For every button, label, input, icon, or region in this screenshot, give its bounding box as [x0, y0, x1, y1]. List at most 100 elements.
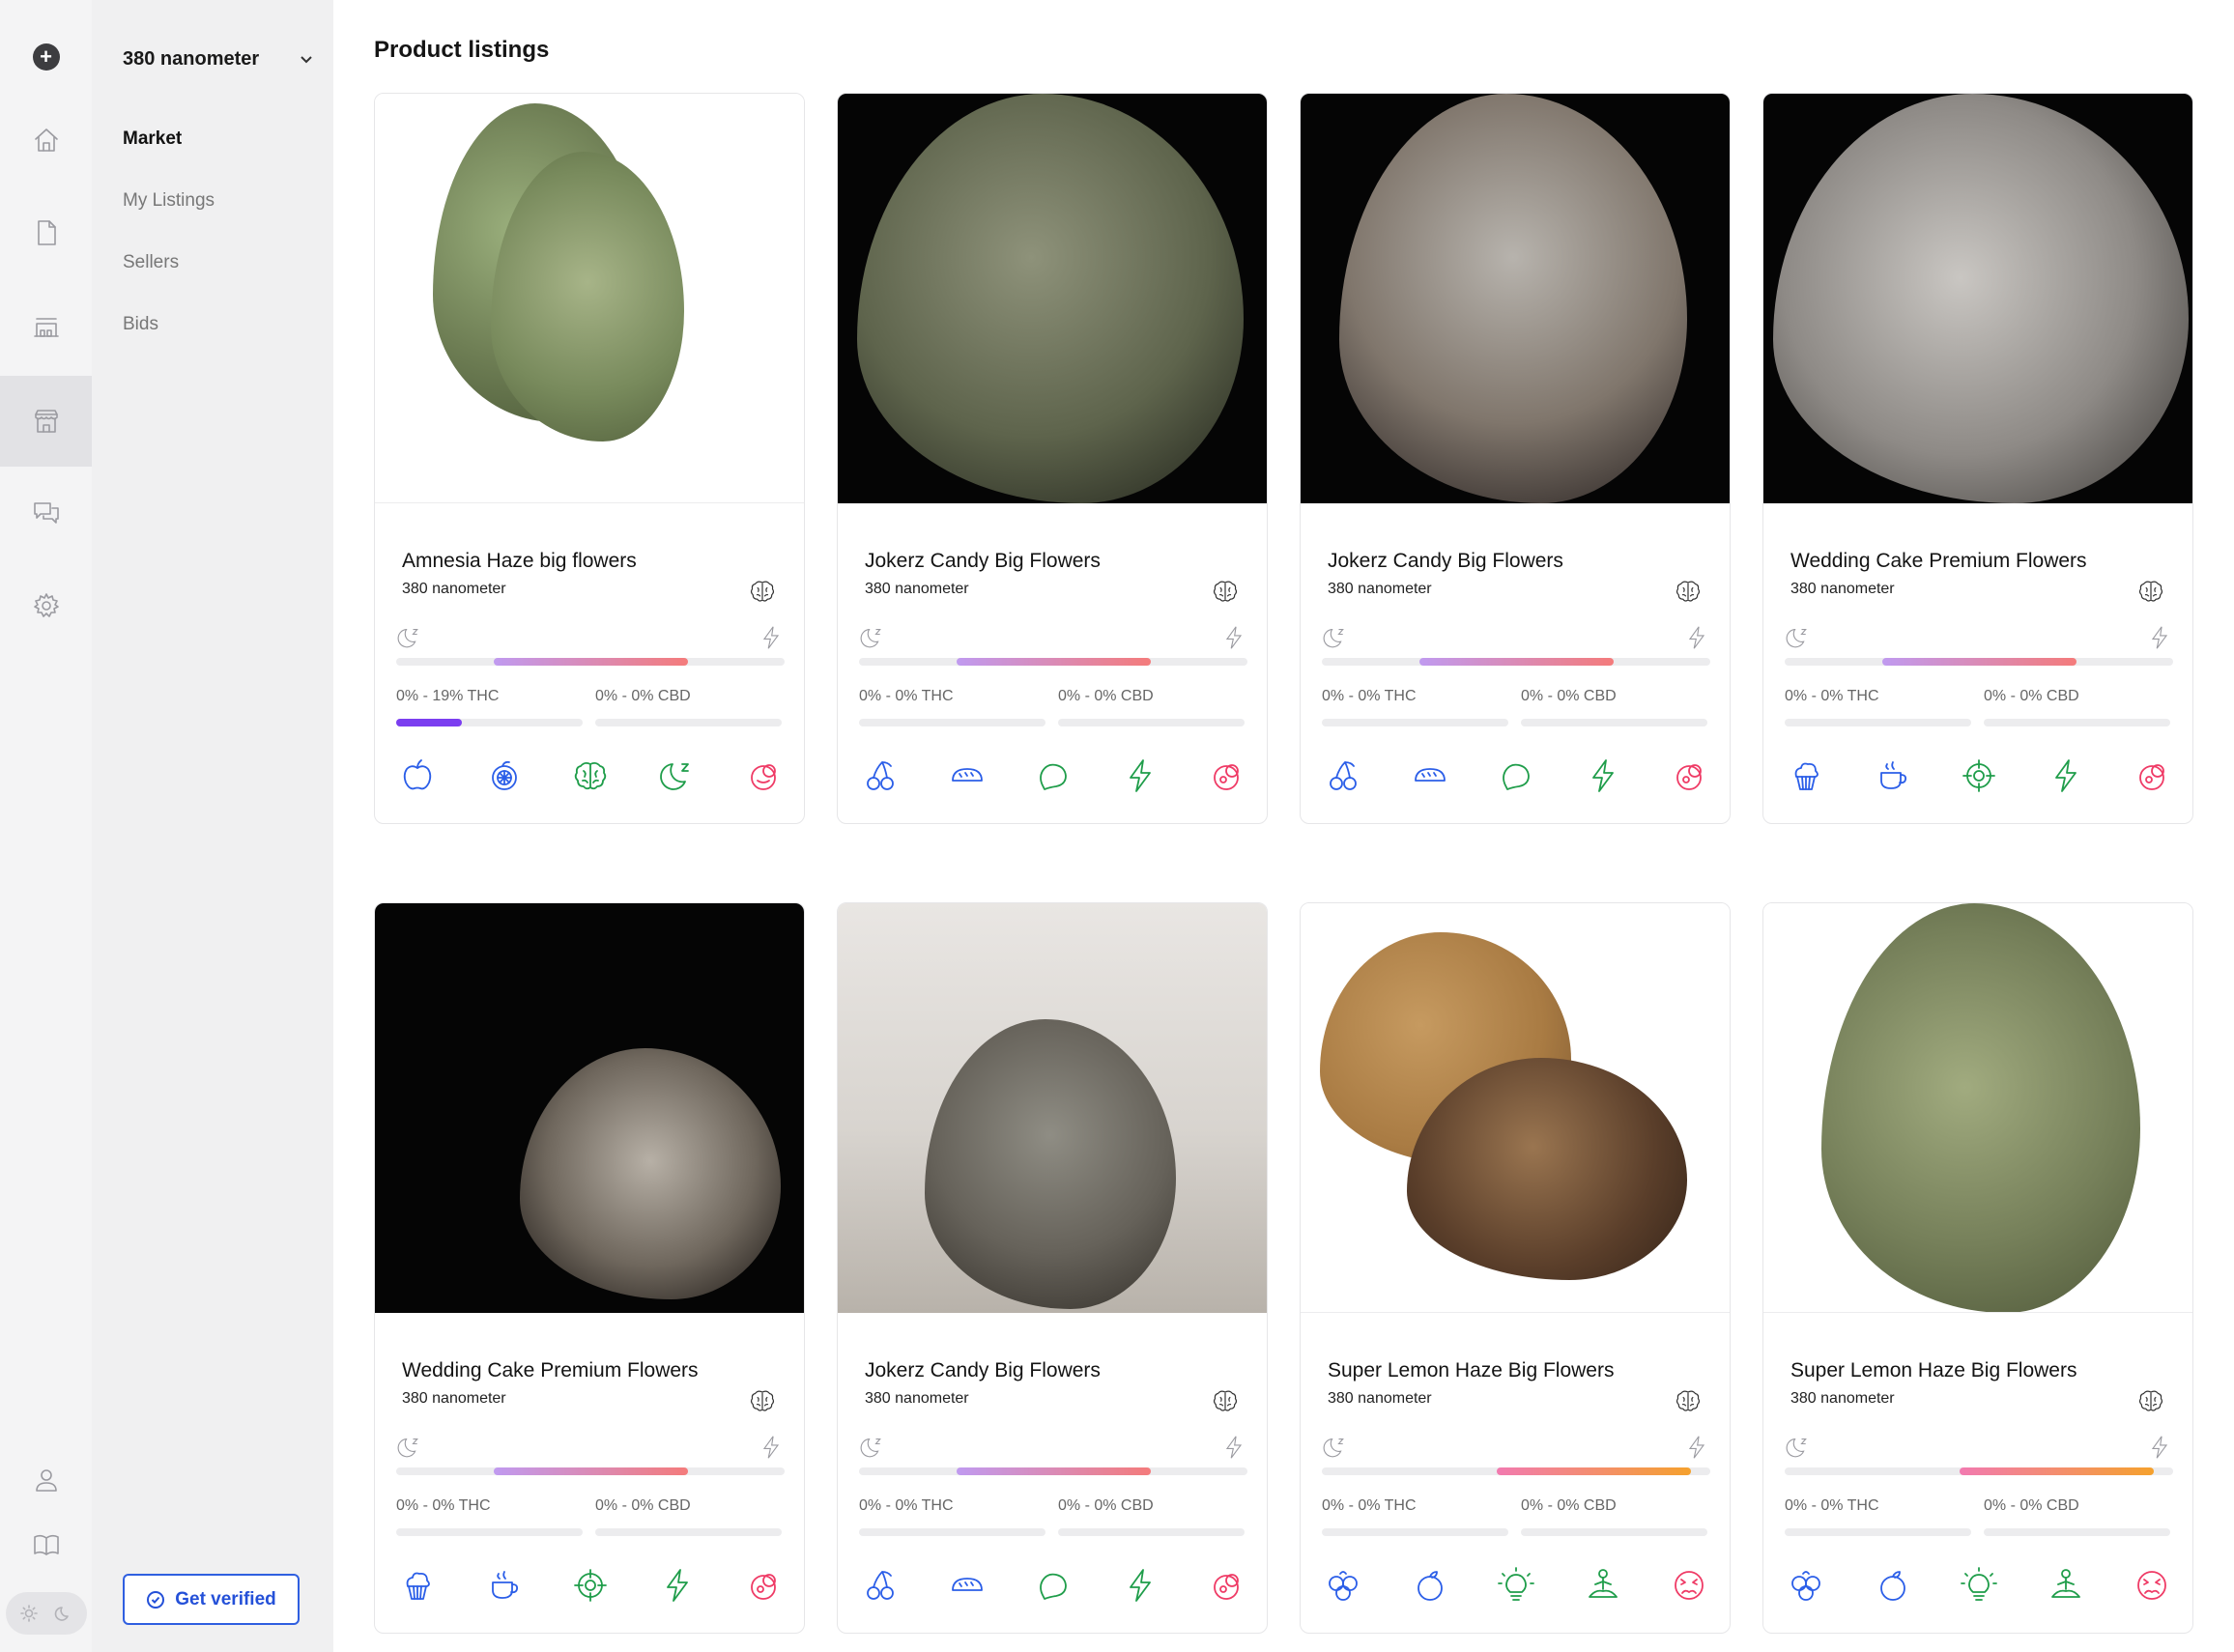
trait-badge[interactable]: [2037, 1556, 2095, 1614]
meditation-icon: [1588, 1569, 1618, 1598]
product-traits: [388, 1556, 792, 1614]
product-photo[interactable]: [1763, 94, 2192, 503]
nav-my-listings[interactable]: My Listings: [123, 190, 215, 212]
trait-badge[interactable]: [1024, 747, 1082, 805]
product-photo[interactable]: [375, 903, 804, 1313]
trait-badge[interactable]: [1111, 1556, 1169, 1614]
product-card[interactable]: Jokerz Candy Big Flowers 380 nanometer 0% …: [837, 93, 1268, 824]
energizing-end-label: [2146, 1434, 2173, 1461]
lightbulb-icon: [1498, 1567, 1534, 1601]
product-title[interactable]: Super Lemon Haze Big Flowers: [1790, 1359, 2076, 1382]
trait-badge[interactable]: [1314, 747, 1372, 805]
product-seller[interactable]: 380 nanometer: [1328, 581, 1432, 598]
energy-bolt-icon: [1688, 626, 1705, 649]
product-card[interactable]: Super Lemon Haze Big Flowers 380 nanomete…: [1762, 902, 2193, 1634]
trait-badge[interactable]: [1777, 1556, 1835, 1614]
product-photo[interactable]: [375, 94, 804, 503]
trait-badge[interactable]: [648, 747, 706, 805]
trait-badge[interactable]: [388, 747, 446, 805]
rail-settings[interactable]: [0, 560, 92, 651]
product-photo[interactable]: [838, 903, 1267, 1313]
rail-docs[interactable]: [0, 1499, 92, 1590]
product-seller[interactable]: 380 nanometer: [865, 581, 969, 598]
trait-badge[interactable]: [388, 1556, 446, 1614]
trait-badge[interactable]: [938, 747, 996, 805]
anxious-face-icon: [1675, 1571, 1704, 1600]
product-card[interactable]: Amnesia Haze big flowers 380 nanometer 0% …: [374, 93, 805, 824]
rail-market[interactable]: [0, 376, 92, 467]
product-seller[interactable]: 380 nanometer: [865, 1390, 969, 1408]
thc-range-label: 0% - 0% THC: [1785, 1497, 1879, 1514]
rail-home[interactable]: [0, 95, 92, 185]
relaxing-end-label: [1785, 624, 1812, 651]
nav-bids[interactable]: Bids: [123, 314, 158, 335]
energy-bolt-icon: [1225, 1436, 1243, 1459]
product-photo[interactable]: [1301, 94, 1730, 503]
trait-badge[interactable]: [1660, 1556, 1718, 1614]
trait-badge[interactable]: [851, 1556, 909, 1614]
trait-badge[interactable]: [1950, 1556, 2008, 1614]
product-title[interactable]: Wedding Cake Premium Flowers: [402, 1359, 699, 1382]
icon-rail: +: [0, 0, 92, 1652]
product-photo[interactable]: [1301, 903, 1730, 1313]
theme-toggle[interactable]: [6, 1592, 87, 1635]
trait-badge[interactable]: [648, 1556, 706, 1614]
trait-badge[interactable]: [851, 747, 909, 805]
trait-badge[interactable]: [475, 1556, 533, 1614]
trait-badge[interactable]: [475, 747, 533, 805]
trait-badge[interactable]: [2123, 1556, 2181, 1614]
nav-market[interactable]: Market: [123, 128, 182, 150]
trait-badge[interactable]: [938, 1556, 996, 1614]
product-title[interactable]: Jokerz Candy Big Flowers: [1328, 550, 1563, 573]
trait-badge[interactable]: [1401, 1556, 1459, 1614]
trait-badge[interactable]: [1777, 747, 1835, 805]
trait-badge[interactable]: [1574, 747, 1632, 805]
effect-spectrum-bar: [1322, 1467, 1710, 1475]
product-seller[interactable]: 380 nanometer: [1790, 1390, 1895, 1408]
trait-badge[interactable]: [2123, 747, 2181, 805]
get-verified-button[interactable]: Get verified: [123, 1574, 300, 1625]
trait-badge[interactable]: [1487, 1556, 1545, 1614]
trait-badge[interactable]: [1314, 1556, 1372, 1614]
trait-badge[interactable]: [1864, 747, 1922, 805]
product-title[interactable]: Wedding Cake Premium Flowers: [1790, 550, 2087, 573]
product-photo[interactable]: [838, 94, 1267, 503]
trait-badge[interactable]: [1111, 747, 1169, 805]
product-seller[interactable]: 380 nanometer: [402, 1390, 506, 1408]
product-photo[interactable]: [1763, 903, 2192, 1313]
warehouse-icon: [33, 318, 59, 337]
rail-warehouse[interactable]: [0, 280, 92, 371]
product-seller[interactable]: 380 nanometer: [1790, 581, 1895, 598]
trait-badge[interactable]: [1574, 1556, 1632, 1614]
product-card[interactable]: Jokerz Candy Big Flowers 380 nanometer 0% …: [1300, 93, 1731, 824]
workspace-switcher[interactable]: 380 nanometer: [123, 44, 316, 73]
sleepy-moon-icon: [1786, 628, 1807, 648]
trait-badge[interactable]: [734, 747, 792, 805]
product-title[interactable]: Jokerz Candy Big Flowers: [865, 1359, 1101, 1382]
product-title[interactable]: Amnesia Haze big flowers: [402, 550, 637, 573]
product-seller[interactable]: 380 nanometer: [1328, 1390, 1432, 1408]
product-card[interactable]: Wedding Cake Premium Flowers 380 nanomete…: [374, 902, 805, 1634]
rail-documents[interactable]: [0, 187, 92, 278]
trait-badge[interactable]: [1197, 1556, 1255, 1614]
trait-badge[interactable]: [1401, 747, 1459, 805]
trait-badge[interactable]: [561, 747, 619, 805]
trait-badge[interactable]: [1950, 747, 2008, 805]
nav-sellers[interactable]: Sellers: [123, 252, 179, 273]
trait-badge[interactable]: [1487, 747, 1545, 805]
trait-badge[interactable]: [1864, 1556, 1922, 1614]
trait-badge[interactable]: [561, 1556, 619, 1614]
product-card[interactable]: Super Lemon Haze Big Flowers 380 nanomete…: [1300, 902, 1731, 1634]
rail-messages[interactable]: [0, 468, 92, 558]
product-title[interactable]: Super Lemon Haze Big Flowers: [1328, 1359, 1614, 1382]
product-title[interactable]: Jokerz Candy Big Flowers: [865, 550, 1101, 573]
trait-badge[interactable]: [1197, 747, 1255, 805]
trait-badge[interactable]: [1024, 1556, 1082, 1614]
trait-badge[interactable]: [2037, 747, 2095, 805]
create-button[interactable]: +: [0, 12, 92, 102]
trait-badge[interactable]: [1660, 747, 1718, 805]
product-card[interactable]: Jokerz Candy Big Flowers 380 nanometer 0% …: [837, 902, 1268, 1634]
product-card[interactable]: Wedding Cake Premium Flowers 380 nanomete…: [1762, 93, 2193, 824]
product-seller[interactable]: 380 nanometer: [402, 581, 506, 598]
trait-badge[interactable]: [734, 1556, 792, 1614]
